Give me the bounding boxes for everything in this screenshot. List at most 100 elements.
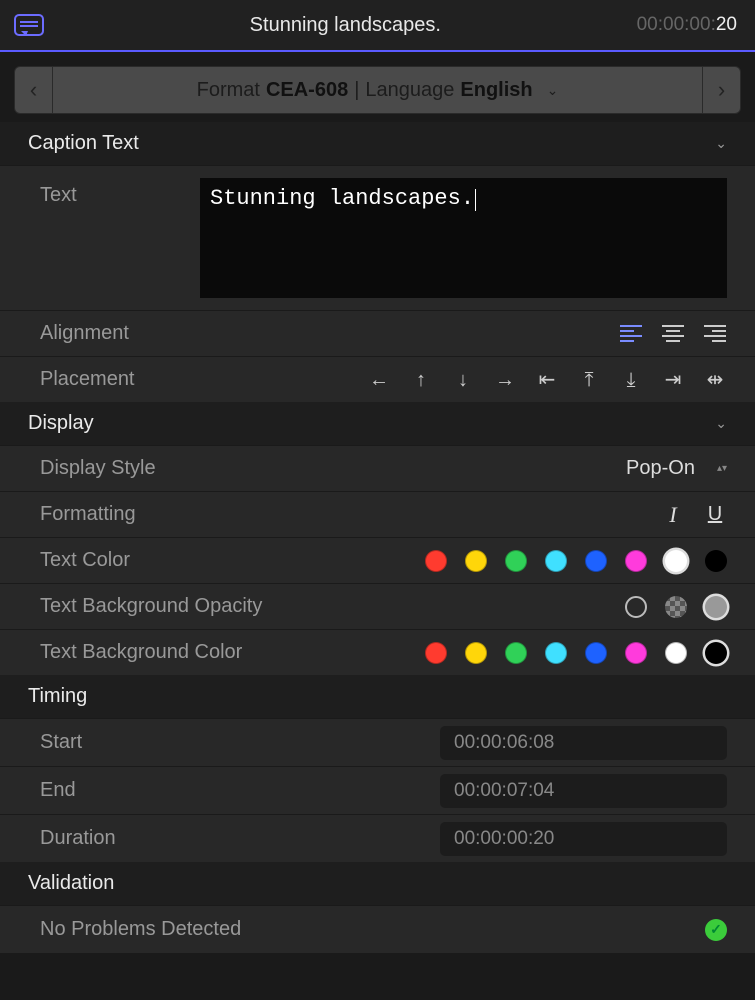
placement-far-right-button[interactable]: ⇥ [661, 368, 685, 392]
bg-opacity-transparent[interactable] [625, 596, 647, 618]
text-bg-opacity-row: Text Background Opacity [0, 583, 755, 629]
inspector-header: Stunning landscapes. 00:00:00:20 [0, 0, 755, 52]
chevron-down-icon: ⌄ [715, 415, 727, 432]
underline-icon: U [708, 503, 722, 526]
check-ok-icon [705, 919, 727, 941]
placement-down-button[interactable]: ↓ [451, 368, 475, 392]
arrow-up-icon: ↑ [416, 370, 426, 390]
display-style-row: Display Style Pop-On ▴▾ [0, 445, 755, 491]
bg-color-red[interactable] [425, 642, 447, 664]
text-label: Text [40, 178, 200, 207]
validation-status-row: No Problems Detected [0, 905, 755, 953]
text-color-cyan[interactable] [545, 550, 567, 572]
caption-text-value: Stunning landscapes. [210, 186, 474, 211]
text-bg-opacity-label: Text Background Opacity [40, 595, 270, 618]
validation-section-header[interactable]: Validation [0, 862, 755, 905]
next-caption-button[interactable]: › [702, 67, 740, 113]
placement-label: Placement [40, 368, 270, 391]
text-color-yellow[interactable] [465, 550, 487, 572]
duration-row: Duration 00:00:00:20 [0, 814, 755, 862]
start-input[interactable]: 00:00:06:08 [440, 726, 727, 760]
placement-row: Placement ← ↑ ↓ → ⇤ ⤒ ⤓ ⇥ ⇹ [0, 356, 755, 402]
arrow-bar-left-icon: ⇤ [539, 370, 556, 390]
bg-opacity-semi[interactable] [665, 596, 687, 618]
start-row: Start 00:00:06:08 [0, 718, 755, 766]
italic-icon: I [669, 502, 676, 528]
text-color-black[interactable] [705, 550, 727, 572]
end-label: End [40, 779, 440, 802]
format-language-bar: ‹ Format CEA-608 | Language English ⌄ › [14, 66, 741, 114]
bg-color-yellow[interactable] [465, 642, 487, 664]
timecode-prefix: 00:00:00: [637, 14, 716, 35]
display-style-value[interactable]: Pop-On [626, 457, 695, 480]
timecode-frames: 20 [716, 14, 737, 35]
bg-color-magenta[interactable] [625, 642, 647, 664]
language-label: Language [365, 79, 454, 102]
timing-title: Timing [28, 685, 87, 708]
format-value: CEA-608 [266, 79, 348, 102]
display-style-label: Display Style [40, 457, 270, 480]
placement-top-button[interactable]: ⤒ [577, 368, 601, 392]
bg-color-black[interactable] [705, 642, 727, 664]
arrow-bar-up-icon: ⤒ [585, 370, 594, 390]
formatting-row: Formatting I U [0, 491, 755, 537]
timing-section-header[interactable]: Timing [0, 675, 755, 718]
display-style-stepper[interactable]: ▴▾ [717, 464, 727, 473]
alignment-row: Alignment [0, 310, 755, 356]
align-left-button[interactable] [619, 322, 643, 346]
caption-title: Stunning landscapes. [54, 14, 637, 37]
placement-far-left-button[interactable]: ⇤ [535, 368, 559, 392]
arrow-down-icon: ↓ [458, 370, 468, 390]
formatting-label: Formatting [40, 503, 270, 526]
arrow-bar-right-icon: ⇥ [665, 370, 682, 390]
end-input[interactable]: 00:00:07:04 [440, 774, 727, 808]
text-bg-color-row: Text Background Color [0, 629, 755, 675]
caption-text-section-header[interactable]: Caption Text ⌄ [0, 122, 755, 165]
validation-title: Validation [28, 872, 114, 895]
bg-color-green[interactable] [505, 642, 527, 664]
text-color-row: Text Color [0, 537, 755, 583]
italic-button[interactable]: I [661, 503, 685, 527]
text-color-magenta[interactable] [625, 550, 647, 572]
bg-color-cyan[interactable] [545, 642, 567, 664]
arrow-right-icon: → [495, 370, 515, 390]
underline-button[interactable]: U [703, 503, 727, 527]
text-color-label: Text Color [40, 549, 270, 572]
center-icon: ⇹ [707, 370, 724, 390]
placement-up-button[interactable]: ↑ [409, 368, 433, 392]
chevron-down-icon: ⌄ [547, 82, 559, 99]
align-right-button[interactable] [703, 322, 727, 346]
text-color-green[interactable] [505, 550, 527, 572]
bg-opacity-solid[interactable] [705, 596, 727, 618]
start-label: Start [40, 731, 440, 754]
chevron-down-icon: ⌄ [715, 135, 727, 152]
caption-text-title: Caption Text [28, 132, 139, 155]
align-center-button[interactable] [661, 322, 685, 346]
language-value: English [460, 79, 532, 102]
caption-icon [14, 14, 44, 36]
duration-input[interactable]: 00:00:00:20 [440, 822, 727, 856]
format-language-selector[interactable]: Format CEA-608 | Language English ⌄ [53, 67, 702, 113]
duration-label: Duration [40, 827, 440, 850]
placement-center-button[interactable]: ⇹ [703, 368, 727, 392]
bg-color-blue[interactable] [585, 642, 607, 664]
display-title: Display [28, 412, 94, 435]
format-label: Format [197, 79, 260, 102]
prev-caption-button[interactable]: ‹ [15, 67, 53, 113]
placement-left-button[interactable]: ← [367, 368, 391, 392]
text-color-blue[interactable] [585, 550, 607, 572]
text-color-red[interactable] [425, 550, 447, 572]
display-section-header[interactable]: Display ⌄ [0, 402, 755, 445]
duration-readout: 00:00:00:20 [637, 14, 737, 36]
placement-bottom-button[interactable]: ⤓ [619, 368, 643, 392]
validation-status: No Problems Detected [40, 918, 241, 941]
arrow-bar-down-icon: ⤓ [627, 370, 636, 390]
end-row: End 00:00:07:04 [0, 766, 755, 814]
text-bg-color-label: Text Background Color [40, 641, 270, 664]
arrow-left-icon: ← [369, 370, 389, 390]
alignment-label: Alignment [40, 322, 270, 345]
bg-color-white[interactable] [665, 642, 687, 664]
caption-text-input[interactable]: Stunning landscapes. [200, 178, 727, 298]
text-color-white[interactable] [665, 550, 687, 572]
placement-right-button[interactable]: → [493, 368, 517, 392]
